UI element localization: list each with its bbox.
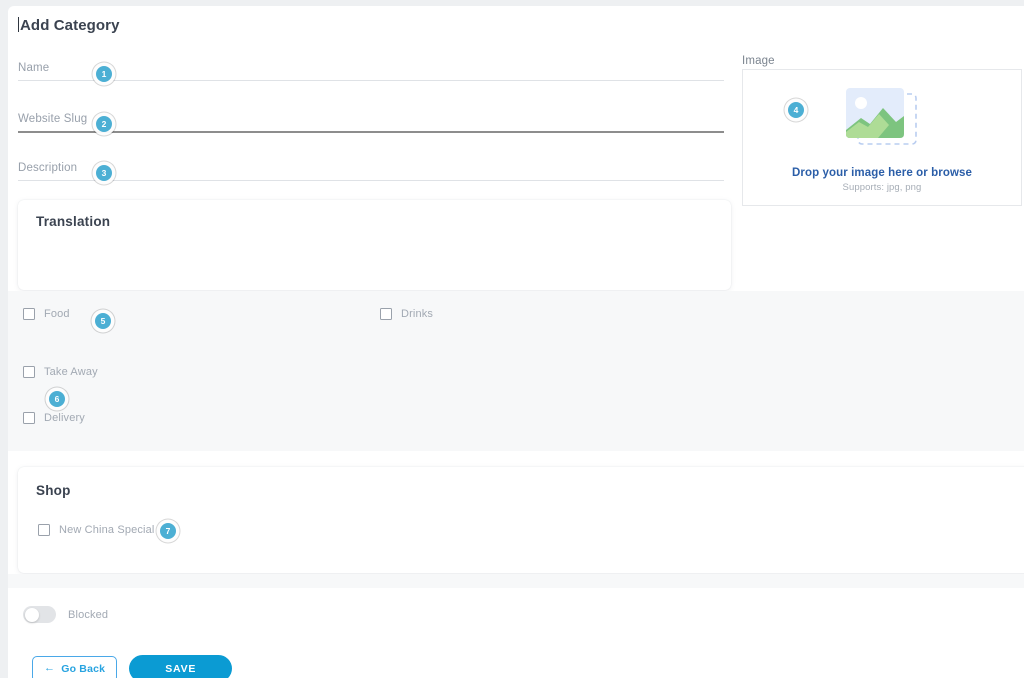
go-back-button[interactable]: ← Go Back (32, 655, 118, 678)
marker-badge-1: 1 (96, 66, 112, 82)
footer-divider-band (8, 574, 1024, 588)
image-supports-text: Supports: jpg, png (842, 182, 922, 193)
blocked-toggle[interactable] (23, 606, 56, 623)
checkbox-delivery[interactable]: Delivery (23, 412, 85, 424)
image-drop-text: Drop your image here or browse (791, 167, 972, 179)
image-section-label: Image (742, 55, 775, 67)
checkbox-delivery-label: Delivery (44, 412, 85, 424)
shop-card: Shop New China Special (18, 467, 1024, 573)
translation-title: Translation (36, 214, 111, 229)
page-title-text: Add Category (20, 17, 120, 34)
checkbox-drinks[interactable]: Drinks (380, 308, 433, 320)
marker-badge-3: 3 (96, 165, 112, 181)
marker-badge-4: 4 (788, 102, 804, 118)
checkbox-food-label: Food (44, 308, 70, 320)
go-back-label: Go Back (61, 662, 106, 675)
marker-badge-2: 2 (96, 116, 112, 132)
field-website-slug-label: Website Slug (18, 113, 88, 125)
blocked-toggle-row[interactable]: Blocked (23, 606, 108, 623)
page-title: Add Category (18, 17, 120, 34)
checkbox-take-away-label: Take Away (44, 366, 98, 378)
checkbox-food-box[interactable] (23, 308, 35, 320)
marker-badge-6: 6 (49, 391, 65, 407)
save-button[interactable]: SAVE (129, 655, 233, 678)
field-description[interactable]: Description (18, 162, 724, 181)
text-cursor (18, 17, 19, 32)
blocked-toggle-knob (24, 607, 39, 622)
field-website-slug-underline (18, 131, 724, 133)
arrow-left-icon: ← (44, 662, 56, 674)
checkbox-new-china-special[interactable]: New China Special (38, 524, 155, 536)
field-description-underline (18, 180, 724, 181)
form-actions: ← Go Back SAVE (32, 655, 233, 678)
checkbox-delivery-box[interactable] (23, 412, 35, 424)
image-dropzone[interactable]: Drop your image here or browse Supports:… (742, 69, 1022, 206)
checkbox-drinks-label: Drinks (401, 308, 434, 320)
checkbox-take-away-box[interactable] (23, 366, 35, 378)
section-divider-band (8, 291, 1024, 451)
blocked-toggle-label: Blocked (68, 608, 109, 621)
marker-badge-5: 5 (95, 313, 111, 329)
form-surface: Add Category Name 1 Website Slug 2 Descr… (8, 6, 1024, 678)
field-name[interactable]: Name (18, 62, 724, 81)
checkbox-food[interactable]: Food (23, 308, 70, 320)
checkbox-drinks-box[interactable] (380, 308, 392, 320)
field-description-label: Description (18, 162, 78, 174)
checkbox-new-china-special-box[interactable] (38, 524, 50, 536)
field-website-slug[interactable]: Website Slug (18, 113, 724, 133)
field-name-label: Name (18, 62, 50, 74)
app-root: Add Category Name 1 Website Slug 2 Descr… (0, 0, 1024, 678)
checkbox-take-away[interactable]: Take Away (23, 366, 98, 378)
translation-card: Translation (18, 200, 731, 290)
marker-badge-7: 7 (160, 523, 176, 539)
field-name-underline (18, 80, 724, 81)
image-placeholder-icon (834, 78, 930, 157)
checkbox-new-china-special-label: New China Special (59, 524, 155, 536)
shop-title: Shop (36, 483, 71, 498)
